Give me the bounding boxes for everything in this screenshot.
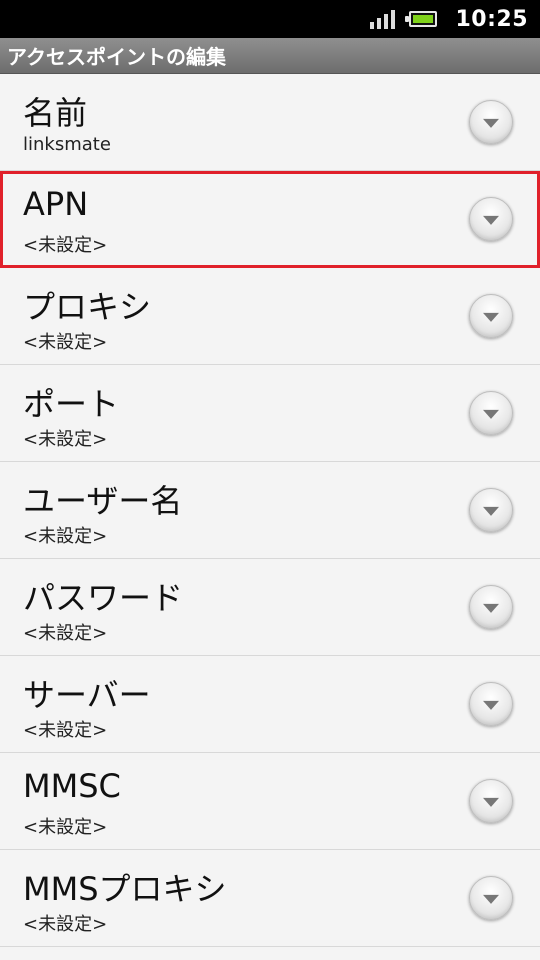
setting-row-port[interactable]: ポート <未設定>: [0, 365, 540, 462]
chevron-down-icon[interactable]: [469, 391, 513, 435]
setting-row-mms-proxy[interactable]: MMSプロキシ <未設定>: [0, 850, 540, 947]
chevron-down-icon[interactable]: [469, 100, 513, 144]
setting-value: <未設定>: [23, 817, 108, 838]
setting-label: プロキシ: [23, 288, 152, 326]
setting-label: 名前: [23, 94, 88, 132]
setting-value: <未設定>: [23, 235, 108, 256]
setting-row-name[interactable]: 名前 linksmate: [0, 74, 540, 171]
setting-label: サーバー: [23, 676, 151, 714]
setting-value: <未設定>: [23, 914, 108, 935]
status-clock: 10:25: [455, 6, 528, 32]
page-title: アクセスポイントの編集: [0, 38, 540, 74]
apn-settings-list: 名前 linksmate APN <未設定> プロキシ <未設定> ポート <未…: [0, 74, 540, 947]
chevron-down-icon[interactable]: [469, 294, 513, 338]
status-bar: 10:25: [0, 0, 540, 38]
setting-value: <未設定>: [23, 720, 108, 741]
setting-value: <未設定>: [23, 623, 108, 644]
setting-row-password[interactable]: パスワード <未設定>: [0, 559, 540, 656]
chevron-down-icon[interactable]: [469, 585, 513, 629]
chevron-down-icon[interactable]: [469, 682, 513, 726]
setting-value: linksmate: [23, 134, 111, 155]
setting-row-username[interactable]: ユーザー名 <未設定>: [0, 462, 540, 559]
setting-row-proxy[interactable]: プロキシ <未設定>: [0, 268, 540, 365]
setting-label: APN: [23, 185, 89, 223]
chevron-down-icon[interactable]: [469, 876, 513, 920]
setting-label: MMSプロキシ: [23, 870, 227, 908]
chevron-down-icon[interactable]: [469, 197, 513, 241]
chevron-down-icon[interactable]: [469, 779, 513, 823]
signal-icon: [370, 9, 396, 29]
battery-icon: [405, 11, 438, 27]
setting-row-server[interactable]: サーバー <未設定>: [0, 656, 540, 753]
setting-label: パスワード: [23, 579, 184, 617]
setting-label: MMSC: [23, 767, 121, 805]
chevron-down-icon[interactable]: [469, 488, 513, 532]
setting-label: ポート: [23, 385, 120, 423]
setting-row-mmsc[interactable]: MMSC <未設定>: [0, 753, 540, 850]
setting-row-apn[interactable]: APN <未設定>: [0, 171, 540, 268]
setting-value: <未設定>: [23, 332, 108, 353]
setting-value: <未設定>: [23, 526, 108, 547]
setting-value: <未設定>: [23, 429, 108, 450]
setting-label: ユーザー名: [23, 482, 183, 520]
